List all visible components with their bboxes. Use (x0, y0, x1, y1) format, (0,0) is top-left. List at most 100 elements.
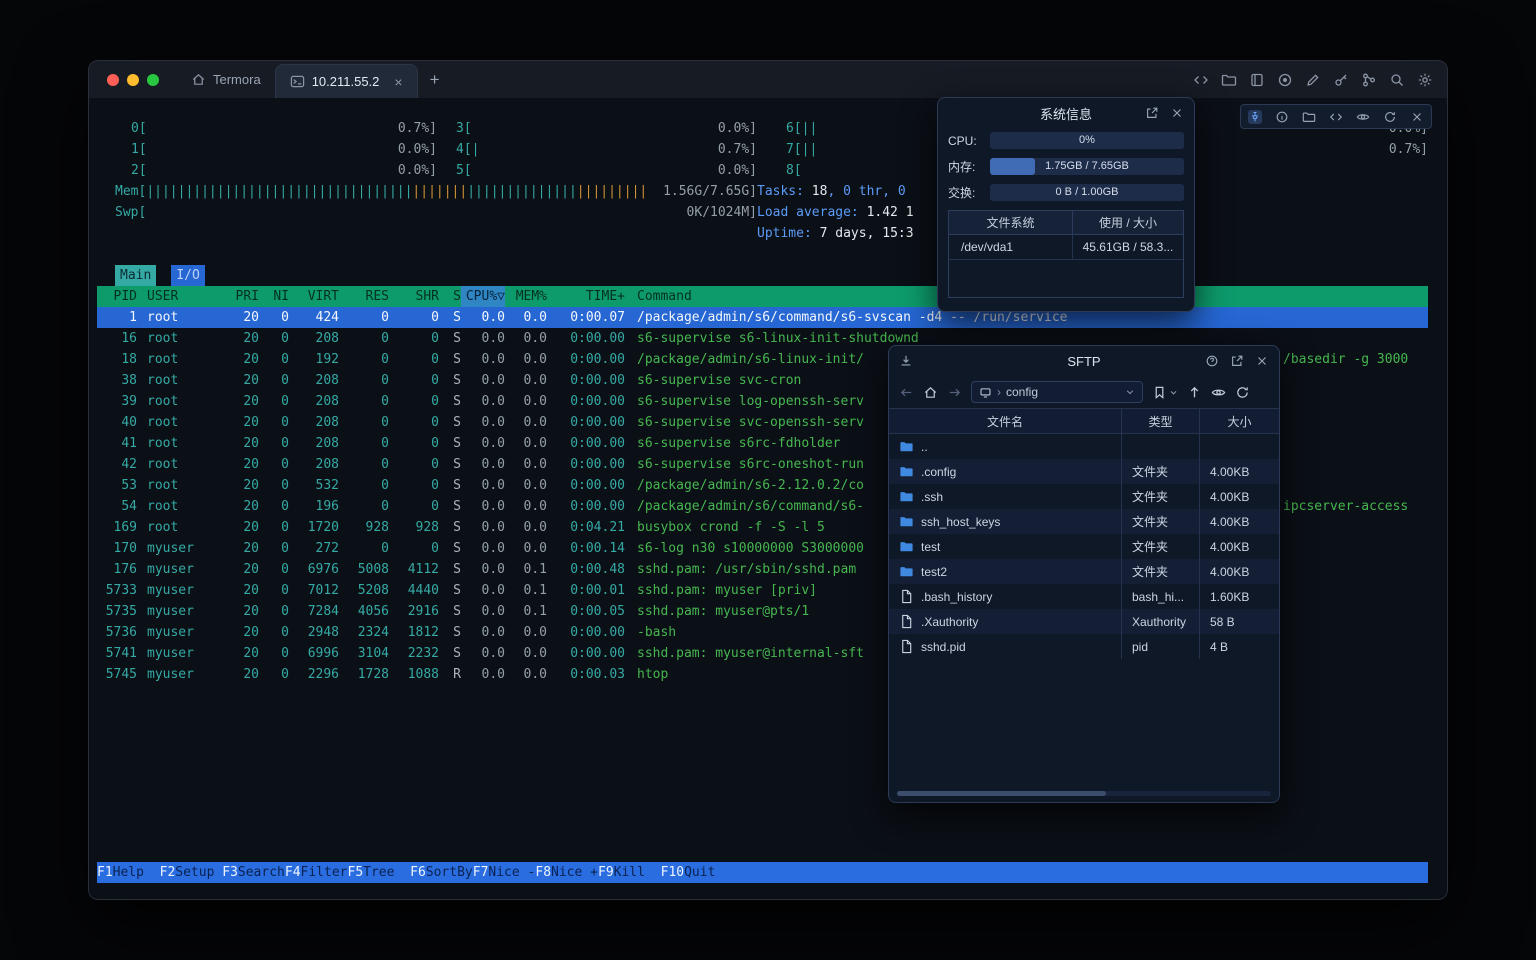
file-list: .. .config 文件夹 4.00KB (889, 434, 1279, 659)
folder-icon (899, 489, 914, 504)
file-row[interactable]: .config 文件夹 4.00KB (889, 459, 1279, 484)
cpu-usage-bar: 0% (990, 132, 1184, 149)
close-icon[interactable] (1170, 106, 1184, 120)
htop-tabs: Main I/O (89, 265, 1447, 286)
uptime-row: Uptime: 7 days, 15:3 (115, 223, 1428, 244)
column-filename[interactable]: 文件名 (889, 409, 1121, 433)
column-ni[interactable]: NI (259, 286, 289, 307)
bookmark-icon[interactable] (1152, 385, 1167, 400)
column-shr[interactable]: SHR (389, 286, 439, 307)
file-row[interactable]: .. (889, 434, 1279, 459)
command-overflow-fragment: ipcserver-access (1283, 496, 1408, 517)
fn-button[interactable]: F9Kill (598, 862, 661, 883)
fn-button[interactable]: F4Filter (285, 862, 348, 883)
book-icon[interactable] (1249, 72, 1265, 88)
refresh-icon[interactable] (1235, 385, 1250, 400)
path-breadcrumb[interactable]: › config (971, 381, 1143, 403)
file-row[interactable]: .Xauthority Xauthority 58 B (889, 609, 1279, 634)
filesystem-row: /dev/vda1 45.61GB / 58.3... (949, 235, 1183, 260)
close-window-button[interactable] (107, 74, 119, 86)
chevron-down-icon[interactable] (1125, 387, 1135, 397)
folder-icon (899, 514, 914, 529)
fn-button[interactable]: F6SortBy (410, 862, 473, 883)
cpu-meter-2: 2[0.0%] (131, 160, 437, 181)
file-row[interactable]: .bash_history bash_hi... 1.60KB (889, 584, 1279, 609)
horizontal-scrollbar[interactable] (897, 791, 1271, 796)
tab-io[interactable]: I/O (171, 265, 204, 286)
fn-button[interactable]: F10Quit (661, 862, 716, 883)
scrollbar-thumb[interactable] (897, 791, 1106, 796)
chevron-down-icon[interactable] (1169, 388, 1178, 397)
open-external-icon[interactable] (1230, 354, 1244, 368)
file-row[interactable]: test 文件夹 4.00KB (889, 534, 1279, 559)
pin-icon[interactable] (1248, 110, 1262, 124)
column-size[interactable]: 大小 (1199, 409, 1279, 433)
code-icon[interactable] (1193, 72, 1209, 88)
swap-usage-row: 交换: 0 B / 1.00GB (948, 184, 1184, 201)
tab-ssh-session[interactable]: 10.211.55.2 × (275, 64, 418, 98)
parent-directory-icon[interactable] (1187, 385, 1202, 400)
cpu-meter-0: 0[0.7%] (131, 118, 437, 139)
info-icon[interactable] (1275, 110, 1289, 124)
computer-icon (979, 386, 992, 399)
search-icon[interactable] (1389, 72, 1405, 88)
file-row[interactable]: .ssh 文件夹 4.00KB (889, 484, 1279, 509)
branch-icon[interactable] (1361, 72, 1377, 88)
eye-icon[interactable] (1356, 110, 1370, 124)
tab-home[interactable]: Termora (177, 61, 275, 98)
close-icon[interactable] (1255, 354, 1269, 368)
home-icon[interactable] (923, 385, 938, 400)
folder-icon[interactable] (1221, 72, 1237, 88)
show-hidden-icon[interactable] (1211, 385, 1226, 400)
sftp-window: SFTP › config (888, 345, 1280, 803)
window-toolbar (1193, 61, 1447, 98)
new-tab-button[interactable]: + (418, 61, 452, 98)
column-mem[interactable]: MEM% (505, 286, 547, 307)
back-icon[interactable] (899, 385, 914, 400)
tab-close-icon[interactable]: × (394, 74, 402, 90)
cpu-meter-row: 1[0.0%] 4[|0.7%] 7[||0.7%] (115, 139, 1428, 160)
breadcrumb-separator: › (997, 385, 1001, 399)
column-cpu-sorted[interactable]: CPU%▽ (461, 286, 505, 307)
column-time[interactable]: TIME+ (547, 286, 625, 307)
file-row[interactable]: test2 文件夹 4.00KB (889, 559, 1279, 584)
refresh-icon[interactable] (1383, 110, 1397, 124)
fn-button[interactable]: F5Tree (348, 862, 411, 883)
minimize-window-button[interactable] (127, 74, 139, 86)
folder-icon[interactable] (1302, 110, 1316, 124)
bookmark-control[interactable] (1152, 385, 1178, 400)
column-virt[interactable]: VIRT (289, 286, 339, 307)
key-icon[interactable] (1333, 72, 1349, 88)
fs-header-usage: 使用 / 大小 (1073, 211, 1183, 234)
settings-icon[interactable] (1417, 72, 1433, 88)
fn-button[interactable]: F3Search (222, 862, 285, 883)
column-user[interactable]: USER (137, 286, 221, 307)
cpu-usage-row: CPU: 0% (948, 132, 1184, 149)
folder-icon (899, 564, 914, 579)
fn-button[interactable]: F2Setup (160, 862, 223, 883)
floating-mini-toolbar (1240, 104, 1432, 129)
column-res[interactable]: RES (339, 286, 389, 307)
tasks-summary: Tasks: 18, 0 thr, 0 (757, 181, 914, 202)
file-row[interactable]: sshd.pid pid 4 B (889, 634, 1279, 659)
record-icon[interactable] (1277, 72, 1293, 88)
process-row[interactable]: 1 root 20 0 424 0 0 S 0.0 0.0 0:00.07 /p… (97, 307, 1428, 328)
fn-button[interactable]: F8Nice + (535, 862, 598, 883)
column-pid[interactable]: PID (97, 286, 137, 307)
zoom-window-button[interactable] (147, 74, 159, 86)
forward-icon[interactable] (947, 385, 962, 400)
code-icon[interactable] (1329, 110, 1343, 124)
column-pri[interactable]: PRI (221, 286, 259, 307)
home-icon (191, 72, 206, 87)
close-icon[interactable] (1410, 110, 1424, 124)
column-state[interactable]: S (439, 286, 461, 307)
htop-function-bar: F1Help F2Setup F3Search F4Filter F5Tree … (97, 862, 1428, 883)
tab-main[interactable]: Main (115, 265, 156, 286)
fn-button[interactable]: F7Nice - (473, 862, 536, 883)
open-external-icon[interactable] (1145, 106, 1159, 120)
file-row[interactable]: ssh_host_keys 文件夹 4.00KB (889, 509, 1279, 534)
edit-icon[interactable] (1305, 72, 1321, 88)
column-type[interactable]: 类型 (1121, 409, 1199, 433)
fn-button[interactable]: F1Help (97, 862, 160, 883)
help-icon[interactable] (1205, 354, 1219, 368)
